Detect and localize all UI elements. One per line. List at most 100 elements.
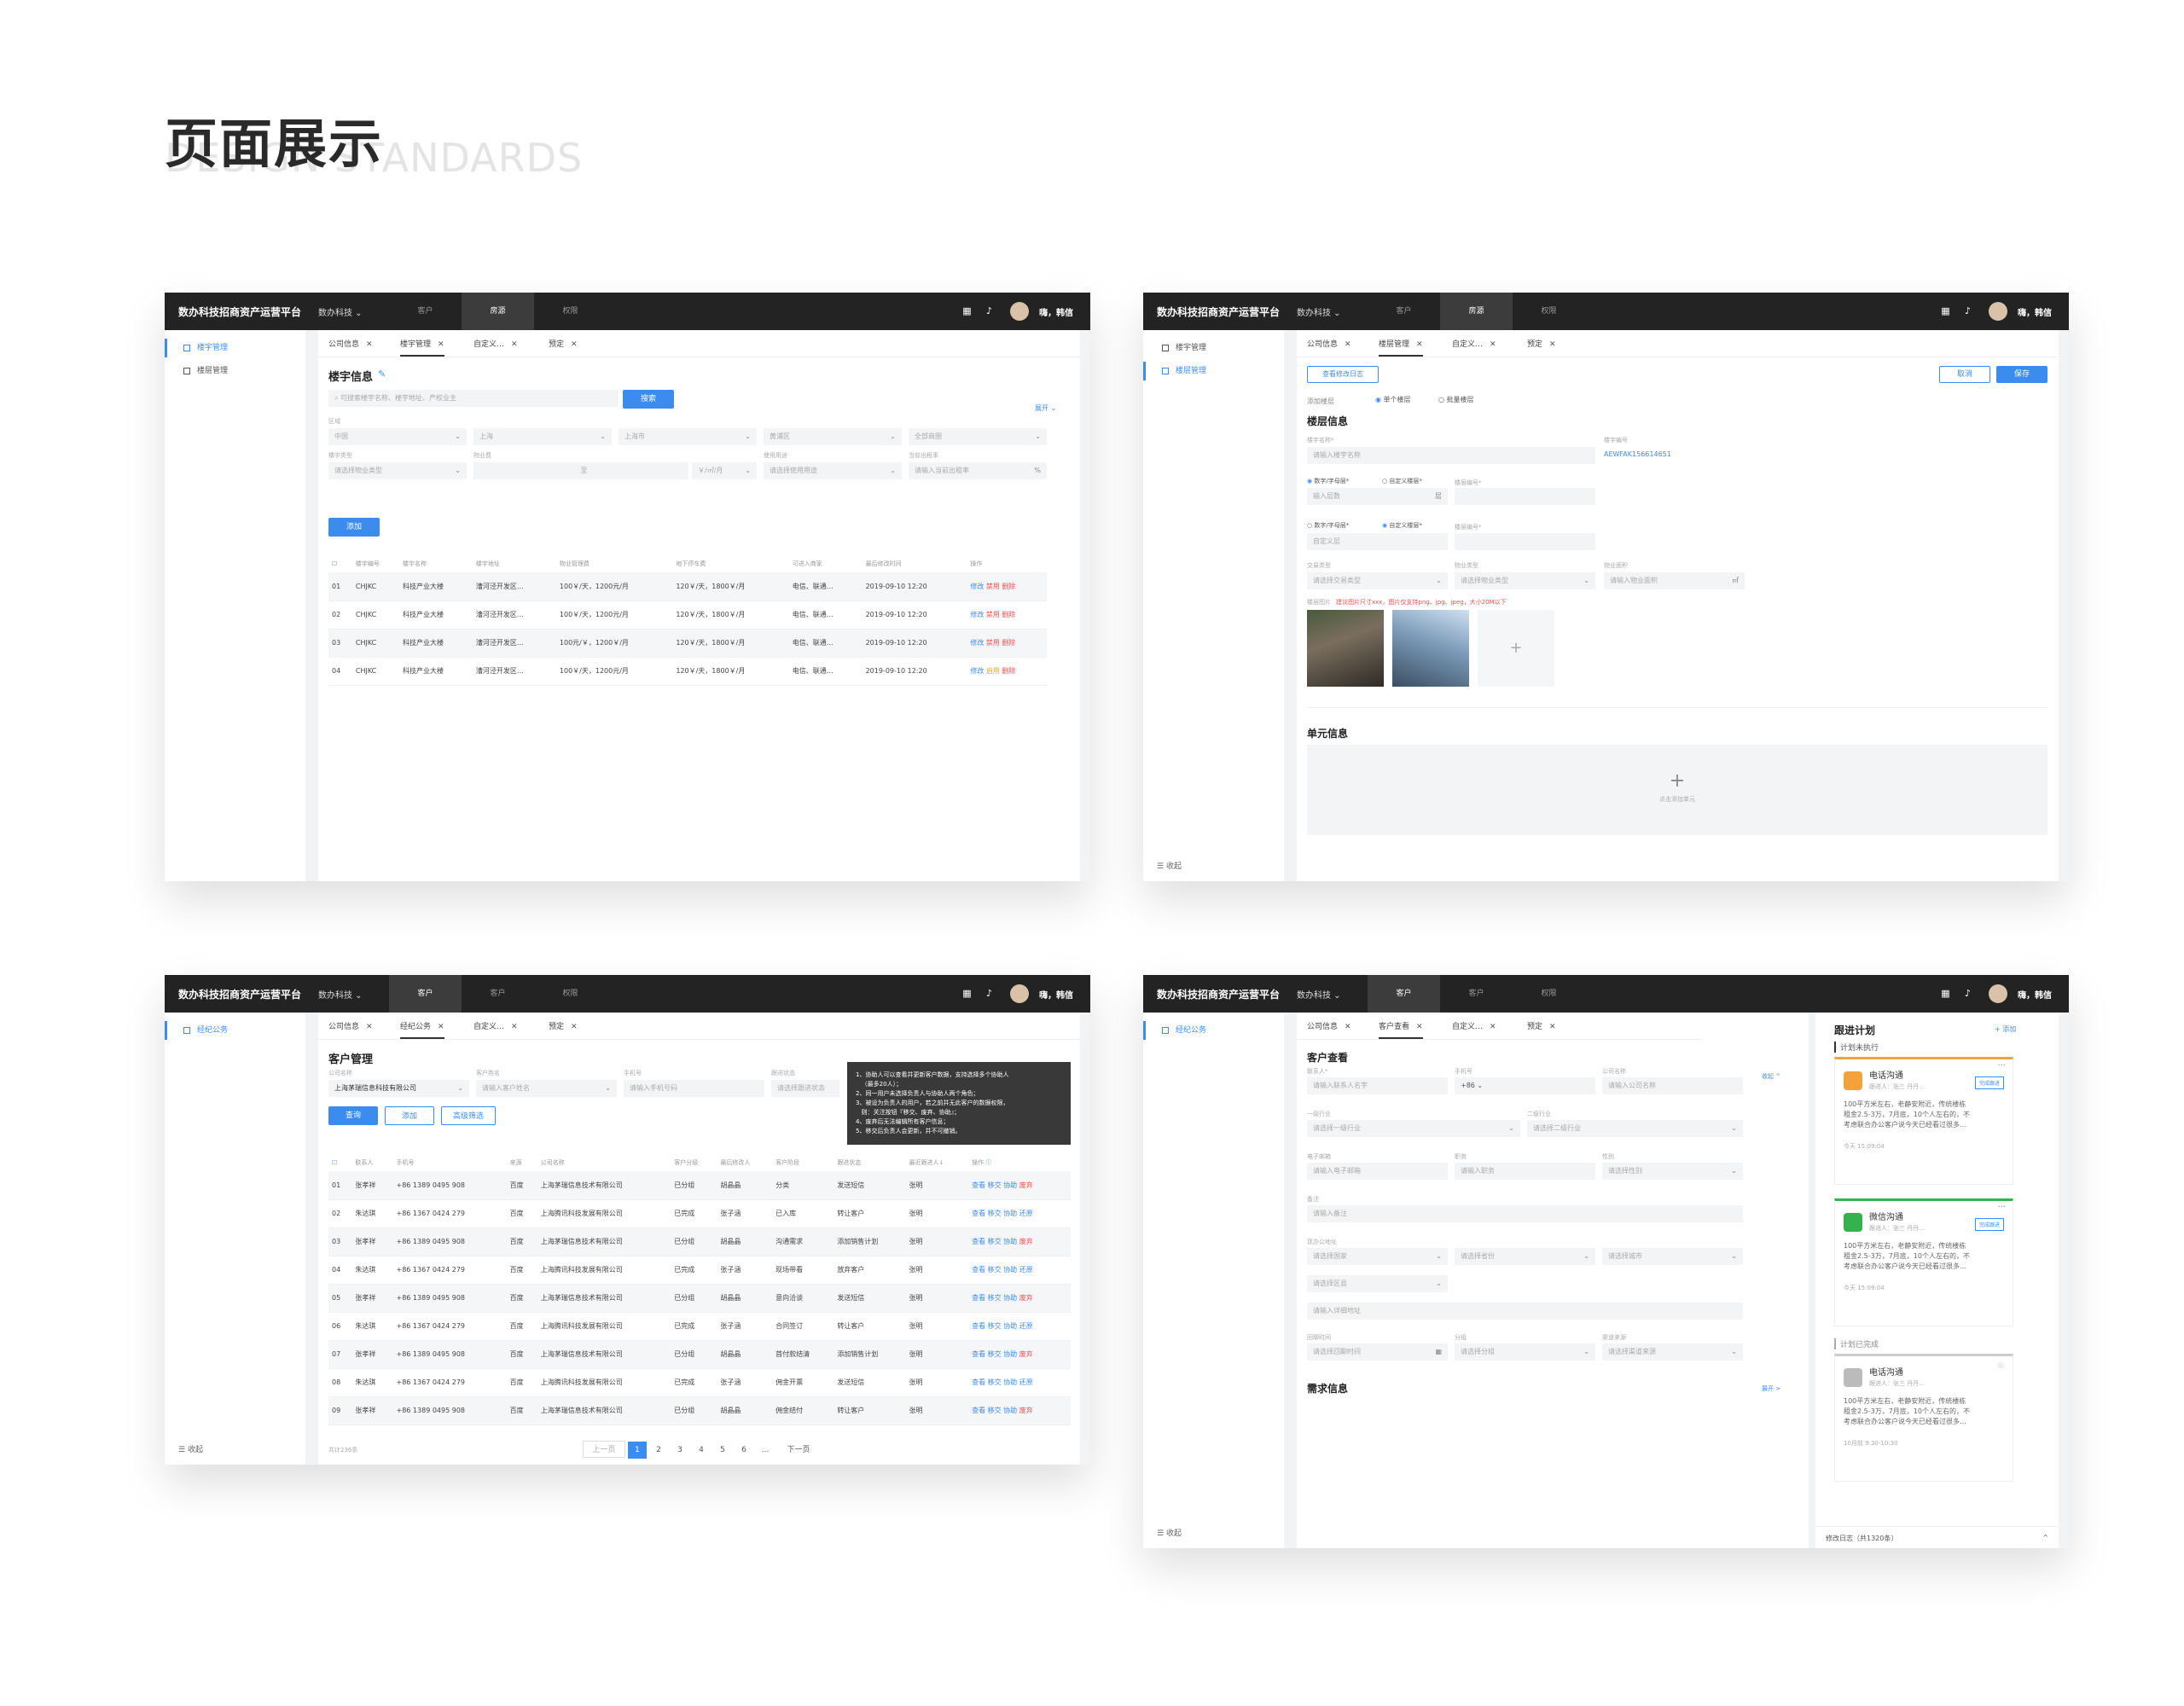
sidebar-item-broker[interactable]: 经纪公务 bbox=[1162, 1024, 1206, 1037]
org-switcher[interactable]: 数办科技 ⌄ bbox=[1297, 305, 1341, 318]
add-button[interactable]: 添加 bbox=[328, 518, 380, 537]
add-button[interactable]: 添加 bbox=[385, 1106, 434, 1125]
toggle-link[interactable]: 禁用 bbox=[986, 611, 1000, 618]
assist-link[interactable]: 协助 bbox=[1003, 1181, 1017, 1189]
province-select[interactable]: 上海 ⌄ bbox=[473, 428, 612, 445]
transfer-link[interactable]: 移交 bbox=[988, 1210, 1002, 1217]
change-log-bar[interactable]: 修改日志（共1320条） ^ bbox=[1815, 1526, 2059, 1548]
assist-link[interactable]: 协助 bbox=[1003, 1238, 1017, 1245]
complete-button[interactable]: 完成跟进 bbox=[1974, 1218, 2004, 1231]
nav-listing[interactable]: 客户 bbox=[462, 975, 534, 1013]
transfer-link[interactable]: 移交 bbox=[988, 1350, 1002, 1358]
company-select[interactable]: 上海茅瑞信息科技有限公司 ⌄ bbox=[328, 1080, 469, 1097]
property-fee-range[interactable]: 至 bbox=[473, 462, 688, 479]
avatar[interactable] bbox=[1010, 302, 1029, 321]
usage-select[interactable]: 请选择使用用途 ⌄ bbox=[764, 462, 902, 479]
country-select[interactable]: 中国 ⌄ bbox=[328, 428, 467, 445]
advanced-filter-button[interactable]: 高级筛选 bbox=[441, 1106, 496, 1125]
expand-link[interactable]: 展开 > bbox=[1762, 1384, 1780, 1393]
transfer-link[interactable]: 移交 bbox=[988, 1378, 1002, 1386]
toggle-link[interactable]: 禁用 bbox=[986, 639, 1000, 647]
view-link[interactable]: 查看 bbox=[972, 1378, 985, 1386]
callback-time-picker[interactable]: 请选择回聊时间 ▦ bbox=[1307, 1343, 1448, 1361]
view-link[interactable]: 查看 bbox=[972, 1210, 985, 1217]
gender-select[interactable]: 请选择性别 ⌄ bbox=[1602, 1163, 1743, 1180]
close-icon[interactable]: ✕ bbox=[511, 340, 518, 349]
tab-custom[interactable]: 自定义… ✕ bbox=[1452, 338, 1496, 357]
assist-link[interactable]: 协助 bbox=[1003, 1322, 1017, 1330]
discard-link[interactable]: 还原 bbox=[1019, 1378, 1033, 1386]
nav-permission[interactable]: 权限 bbox=[1513, 975, 1585, 1013]
view-link[interactable]: 查看 bbox=[972, 1294, 985, 1302]
discard-link[interactable]: 废弃 bbox=[1019, 1407, 1033, 1414]
add-plan-button[interactable]: + 添加 bbox=[1995, 1024, 2016, 1034]
bell-icon[interactable]: ♪ bbox=[984, 988, 995, 999]
occupancy-input[interactable]: 请输入当前出租率% bbox=[909, 462, 1047, 479]
radio-numeric-floor[interactable]: ◉ 数字/字母层* bbox=[1307, 477, 1349, 485]
close-icon[interactable]: ✕ bbox=[1549, 340, 1556, 349]
discard-link[interactable]: 废弃 bbox=[1019, 1238, 1033, 1245]
discard-link[interactable]: 废弃 bbox=[1019, 1294, 1033, 1302]
transfer-link[interactable]: 移交 bbox=[988, 1407, 1002, 1414]
page-1[interactable]: 1 bbox=[628, 1442, 647, 1459]
contact-input[interactable]: 请输入联系人名字 bbox=[1307, 1077, 1448, 1094]
transfer-link[interactable]: 移交 bbox=[988, 1294, 1002, 1302]
help-icon[interactable]: ⓘ bbox=[985, 1159, 991, 1166]
channel-select[interactable]: 请选择渠道来源 ⌄ bbox=[1602, 1343, 1743, 1361]
nav-listing[interactable]: 客户 bbox=[1440, 975, 1513, 1013]
toggle-link[interactable]: 禁用 bbox=[986, 583, 1000, 590]
edit-link[interactable]: 修改 bbox=[970, 611, 984, 618]
cancel-button[interactable]: 取消 bbox=[1939, 366, 1990, 383]
view-link[interactable]: 查看 bbox=[972, 1350, 985, 1358]
transaction-type-select[interactable]: 请选择交易类型 ⌄ bbox=[1307, 572, 1448, 589]
toggle-link[interactable]: 启用 bbox=[986, 667, 1000, 675]
more-icon[interactable]: ··· bbox=[1997, 1203, 2006, 1212]
nav-permission[interactable]: 权限 bbox=[1513, 293, 1585, 330]
transfer-link[interactable]: 移交 bbox=[988, 1181, 1002, 1189]
edit-link[interactable]: 修改 bbox=[970, 583, 984, 590]
calendar-icon[interactable]: ▦ bbox=[961, 305, 973, 316]
add-unit-area[interactable]: + 点击添加单元 bbox=[1307, 745, 2048, 835]
assist-link[interactable]: 协助 bbox=[1003, 1266, 1017, 1274]
assist-link[interactable]: 协助 bbox=[1003, 1350, 1017, 1358]
tab-customer-view[interactable]: 客户查看 ✕ bbox=[1379, 1020, 1423, 1039]
phone-input[interactable]: 请输入手机号码 bbox=[624, 1080, 764, 1097]
plan-card-phone-done[interactable]: 电话沟通 跟进人：张三 丹丹… 100平方米左右，老静安附近，传统楼栋租金2.5-… bbox=[1834, 1354, 2013, 1482]
email-input[interactable]: 请输入电子邮箱 bbox=[1307, 1163, 1448, 1180]
district-select[interactable]: 黄浦区 ⌄ bbox=[764, 428, 902, 445]
discard-link[interactable]: 还原 bbox=[1019, 1266, 1033, 1274]
remark-input[interactable]: 请输入备注 bbox=[1307, 1205, 1743, 1222]
tab-booking[interactable]: 预定 ✕ bbox=[549, 338, 578, 357]
avatar[interactable] bbox=[1989, 302, 2007, 321]
country-select[interactable]: 请选择国家 ⌄ bbox=[1307, 1248, 1448, 1265]
follow-status-select[interactable]: 请选择跟进状态 bbox=[771, 1080, 839, 1097]
close-icon[interactable]: ✕ bbox=[571, 340, 578, 349]
user-name[interactable]: 嗨，韩信 bbox=[1039, 305, 1073, 318]
floor-photo-office[interactable] bbox=[1307, 610, 1384, 687]
view-log-button[interactable]: 查看修改日志 bbox=[1307, 366, 1379, 383]
fee-unit-select[interactable]: ￥/㎡/月 ⌄ bbox=[692, 462, 757, 479]
close-icon[interactable]: ✕ bbox=[1549, 1023, 1556, 1031]
close-icon[interactable]: ✕ bbox=[571, 1023, 578, 1031]
tab-buildings[interactable]: 楼宇管理 ✕ bbox=[400, 338, 444, 357]
edit-icon[interactable]: ✎ bbox=[378, 368, 386, 380]
sidebar-item-buildings[interactable]: 楼宇管理 bbox=[183, 341, 228, 355]
radio-batch-floor[interactable]: ○ 批量楼层 bbox=[1438, 395, 1474, 404]
close-icon[interactable]: ✕ bbox=[1490, 340, 1496, 349]
expand-link[interactable]: 展开 ⌄ bbox=[1035, 403, 1056, 413]
plan-card-phone[interactable]: 电话沟通 跟进人：张三 丹丹… 100平方米左右，老静安附近，传统楼栋租金2.5-… bbox=[1834, 1057, 2013, 1185]
select-all-checkbox[interactable]: ☐ bbox=[328, 1154, 351, 1171]
complete-button[interactable]: 完成跟进 bbox=[1974, 1076, 2004, 1089]
business-area-select[interactable]: 全部商圈 ⌄ bbox=[909, 428, 1047, 445]
transfer-link[interactable]: 移交 bbox=[988, 1266, 1002, 1274]
bell-icon[interactable]: ♪ bbox=[1962, 305, 1973, 316]
floor-photo-towers[interactable] bbox=[1392, 610, 1469, 687]
page-5[interactable]: 5 bbox=[713, 1442, 732, 1459]
group-select[interactable]: 请选择分组 ⌄ bbox=[1455, 1343, 1595, 1361]
city-select[interactable]: 上海市 ⌄ bbox=[619, 428, 757, 445]
collapse-button[interactable]: ☰ 收起 bbox=[178, 1443, 203, 1454]
page-2[interactable]: 2 bbox=[649, 1442, 668, 1459]
tab-custom[interactable]: 自定义… ✕ bbox=[1452, 1020, 1496, 1039]
radio-single-floor[interactable]: ◉ 单个楼层 bbox=[1375, 395, 1411, 404]
tab-booking[interactable]: 预定 ✕ bbox=[549, 1020, 578, 1039]
